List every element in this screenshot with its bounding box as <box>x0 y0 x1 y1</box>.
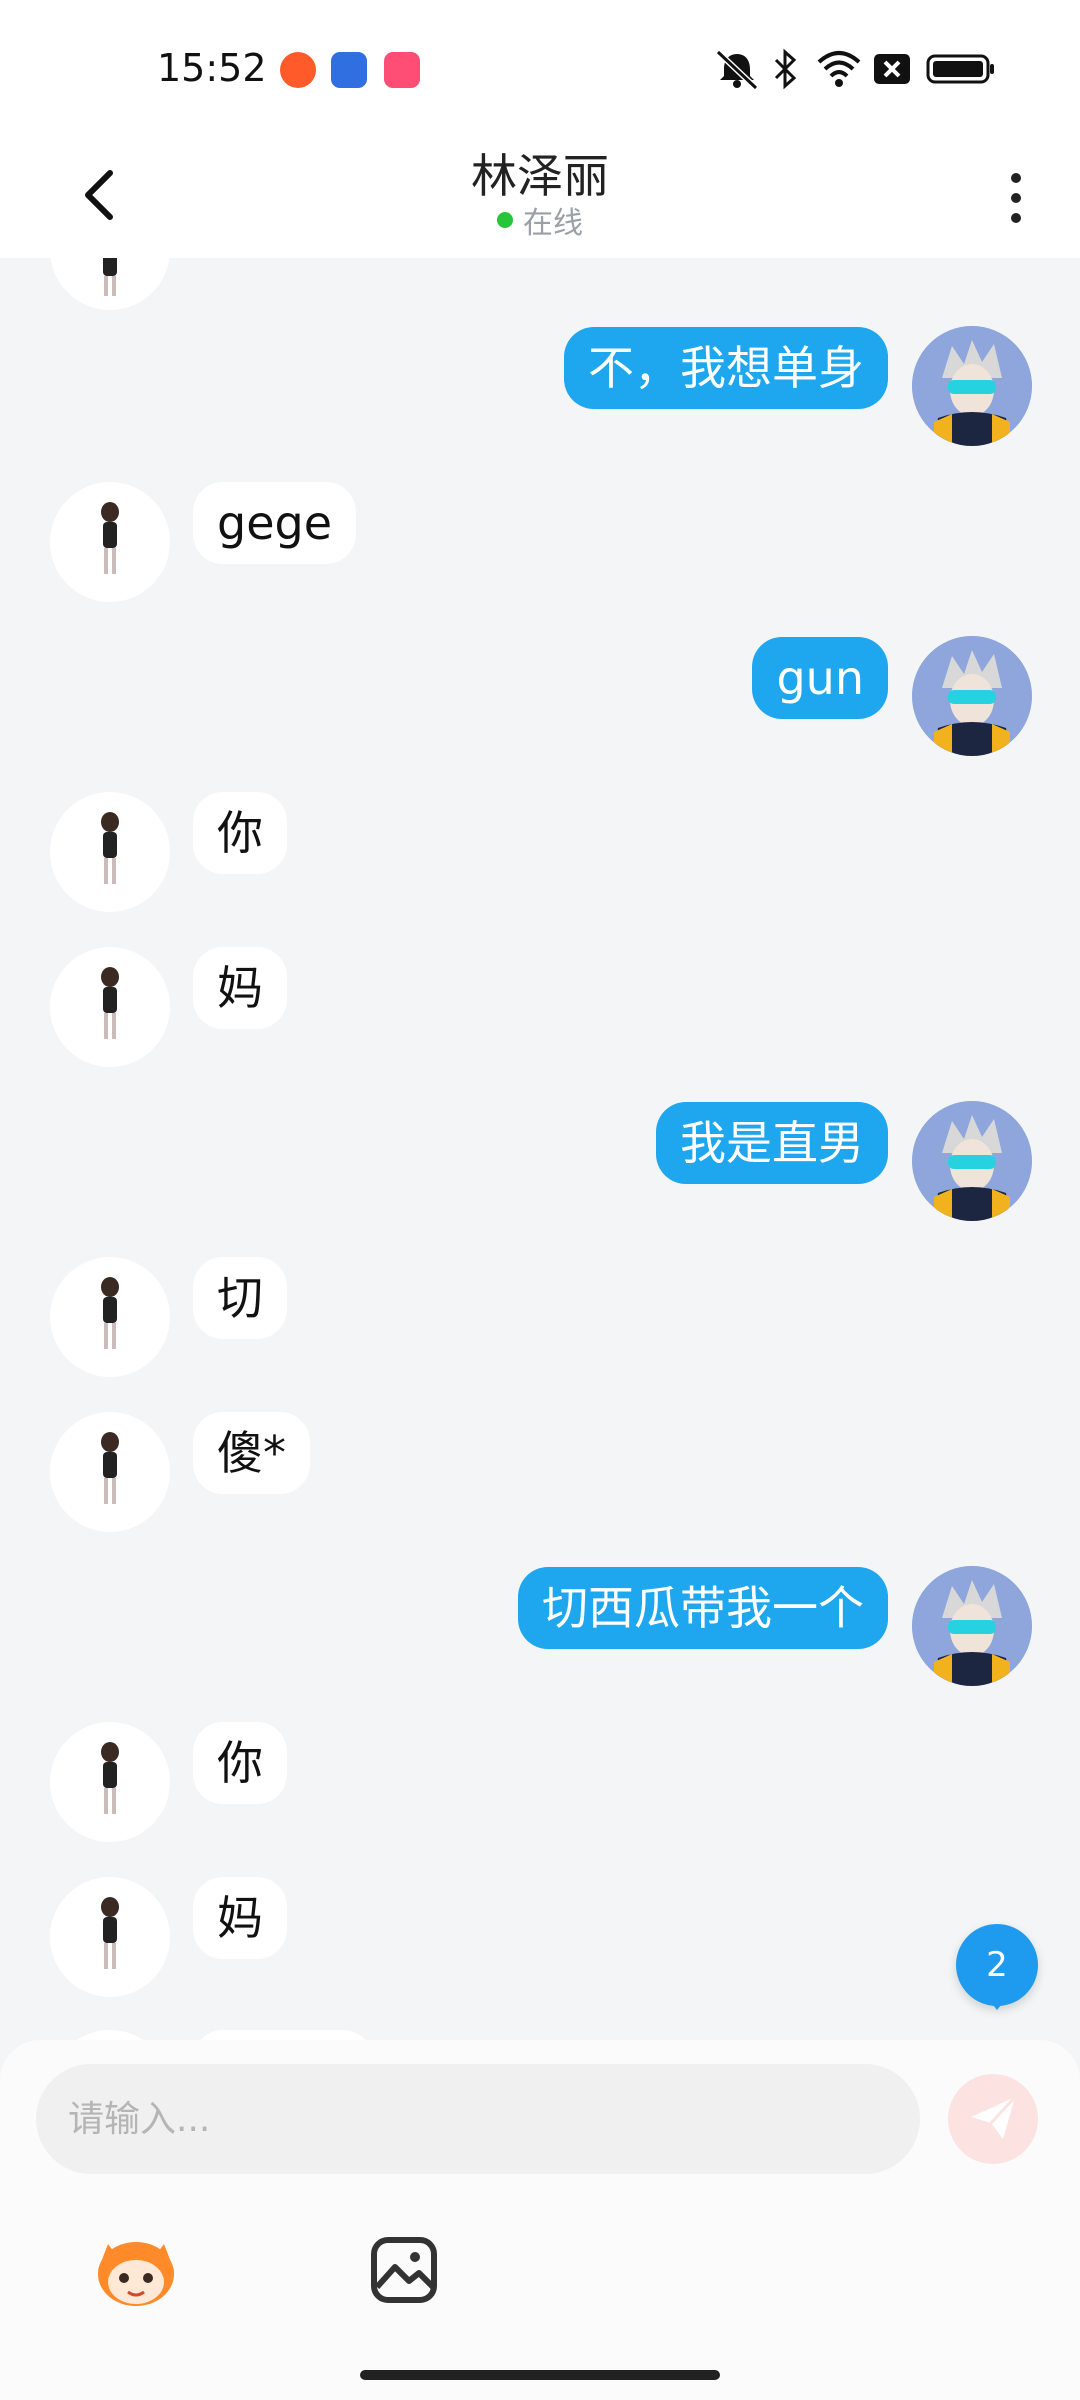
badge-tail <box>984 1994 1010 2010</box>
contact-avatar[interactable] <box>50 1412 170 1532</box>
composer <box>0 2040 1080 2400</box>
message-bubble-incoming[interactable]: gege <box>193 482 356 564</box>
message-list[interactable]: 不，我想单身 gege gun 你 妈 我是直男 切 傻* 切西瓜带我一个 你 … <box>0 258 1080 2040</box>
online-dot-icon <box>497 212 513 228</box>
status-time: 15:52 <box>157 46 267 90</box>
image-button[interactable] <box>354 2220 454 2320</box>
home-indicator[interactable] <box>360 2370 720 2380</box>
message-input[interactable] <box>36 2064 920 2174</box>
dot <box>1011 173 1021 183</box>
my-avatar[interactable] <box>912 636 1032 756</box>
chat-header: 林泽丽 在线 <box>0 140 1080 258</box>
notification-app-icon <box>331 52 367 88</box>
message-bubble-incoming[interactable]: 你 <box>193 792 287 874</box>
status-bar: 15:52 <box>0 0 1080 140</box>
my-avatar[interactable] <box>912 1566 1032 1686</box>
mascot-emoji-icon <box>98 2242 174 2306</box>
send-icon <box>971 2095 1017 2139</box>
message-bubble-incoming[interactable]: 妈 <box>193 947 287 1029</box>
message-bubble-outgoing[interactable]: 切西瓜带我一个 <box>518 1567 888 1649</box>
no-sim-icon <box>872 48 912 90</box>
send-button[interactable] <box>948 2074 1038 2164</box>
more-options-button[interactable] <box>996 158 1036 238</box>
notification-app-icon <box>384 52 420 88</box>
notification-app-icon <box>280 52 316 88</box>
dot <box>1011 213 1021 223</box>
wifi-icon <box>816 48 862 90</box>
contact-avatar[interactable] <box>50 1722 170 1842</box>
bluetooth-icon <box>772 48 800 90</box>
message-bubble-outgoing[interactable]: gun <box>752 637 888 719</box>
contact-avatar[interactable] <box>50 1257 170 1377</box>
message-bubble-incoming[interactable]: 妈 <box>193 1877 287 1959</box>
contact-avatar[interactable] <box>50 258 170 310</box>
message-bubble-outgoing[interactable]: 我是直男 <box>656 1102 888 1184</box>
message-bubble-outgoing[interactable]: 不，我想单身 <box>564 327 888 409</box>
message-bubble-incoming[interactable]: 切 <box>193 1257 287 1339</box>
dot <box>1011 193 1021 203</box>
mute-icon <box>712 48 762 90</box>
presence-label: 在线 <box>523 206 583 241</box>
my-avatar[interactable] <box>912 1101 1032 1221</box>
contact-name: 林泽丽 <box>471 149 609 203</box>
message-bubble-incoming[interactable] <box>193 2030 373 2040</box>
message-bubble-incoming[interactable]: 傻* <box>193 1412 310 1494</box>
contact-avatar[interactable] <box>50 947 170 1067</box>
contact-avatar[interactable] <box>50 482 170 602</box>
contact-avatar[interactable] <box>50 792 170 912</box>
battery-icon <box>926 48 996 90</box>
mascot-emoji-button[interactable] <box>86 2220 186 2320</box>
message-bubble-incoming[interactable]: 你 <box>193 1722 287 1804</box>
my-avatar[interactable] <box>912 326 1032 446</box>
contact-avatar[interactable] <box>50 2030 170 2040</box>
contact-avatar[interactable] <box>50 1877 170 1997</box>
presence-status: 在线 <box>0 198 1080 242</box>
image-icon <box>371 2237 437 2303</box>
